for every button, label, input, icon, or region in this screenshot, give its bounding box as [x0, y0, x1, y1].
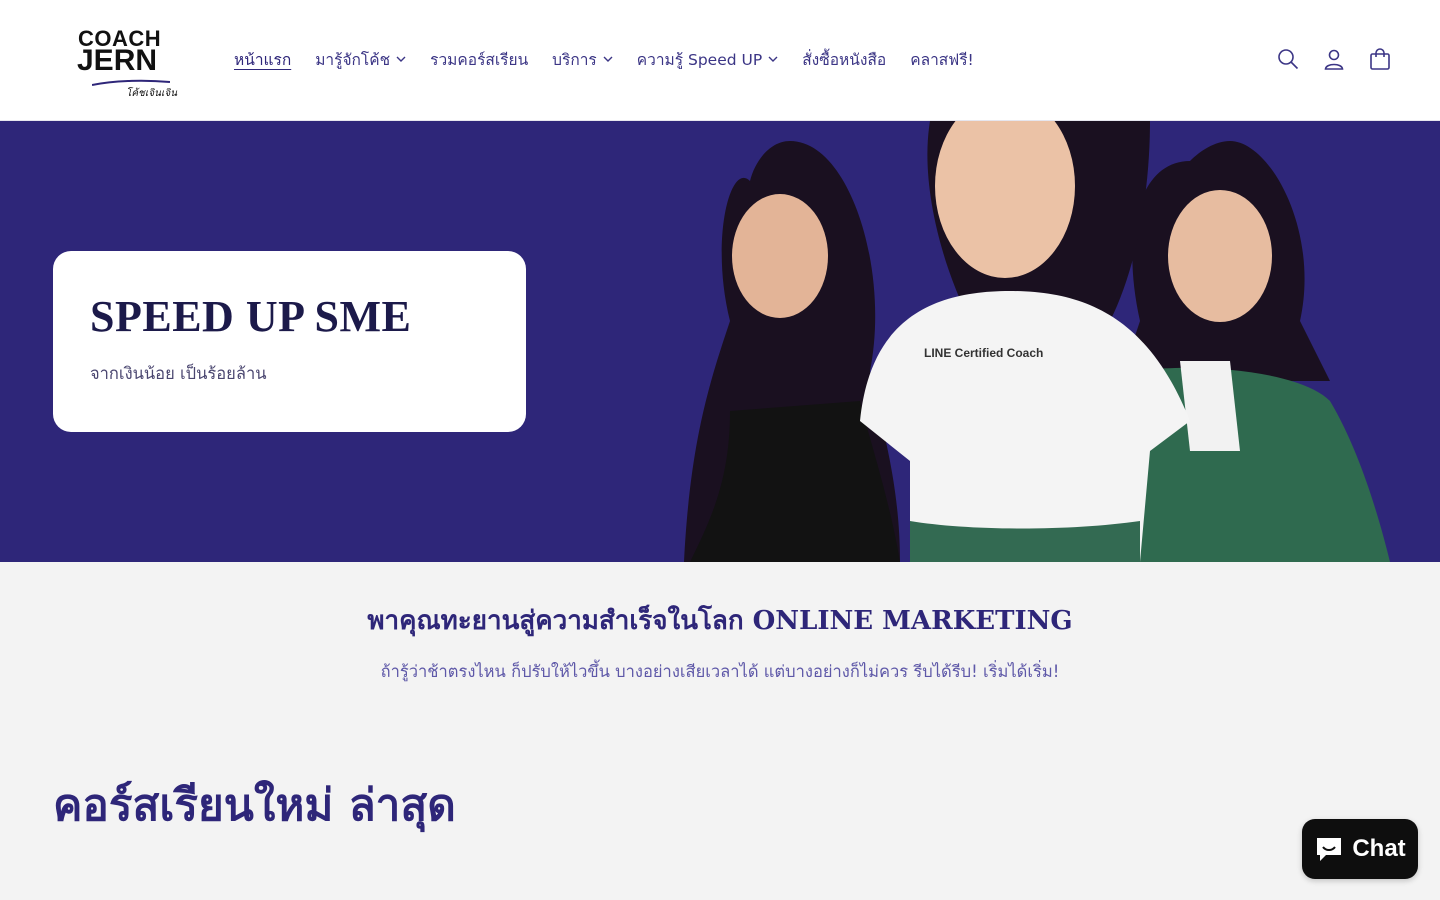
- nav-item-label: หน้าแรก: [234, 50, 292, 69]
- nav-item-free-class[interactable]: คลาสฟรี!: [898, 44, 986, 74]
- logo-line2: JERN: [77, 44, 158, 77]
- shirt-text: LINE Certified Coach: [924, 346, 1043, 360]
- latest-courses-title: คอร์สเรียนใหม่ ล่าสุด: [53, 780, 456, 831]
- nav-item-label: คลาสฟรี!: [910, 50, 974, 69]
- nav-item-home[interactable]: หน้าแรก: [222, 44, 303, 74]
- header-icons: [1276, 42, 1392, 76]
- site-header: COACH JERN โค้ชเจินเจิน หน้าแรก มารู้จัก…: [0, 0, 1440, 121]
- nav-item-courses[interactable]: รวมคอร์สเรียน: [418, 44, 540, 74]
- hero-subtitle: จากเงินน้อย เป็นร้อยล้าน: [90, 364, 267, 384]
- account-icon[interactable]: [1322, 42, 1346, 76]
- nav-item-about-coach[interactable]: มารู้จักโค้ช: [303, 44, 418, 74]
- search-icon[interactable]: [1276, 42, 1300, 76]
- nav-item-label: รวมคอร์สเรียน: [430, 50, 529, 69]
- hero-title: SPEED UP SME: [90, 292, 412, 341]
- main-nav: หน้าแรก มารู้จักโค้ช รวมคอร์สเรียน บริกา…: [222, 44, 986, 74]
- cart-icon[interactable]: [1368, 42, 1392, 76]
- chat-bubble-icon: [1317, 838, 1342, 861]
- hero-banner: LINE Certified Coach SPEED UP SME จากเงิ…: [0, 121, 1440, 562]
- nav-item-label: มารู้จักโค้ช: [315, 50, 391, 69]
- nav-item-label: สั่งซื้อหนังสือ: [802, 50, 887, 69]
- nav-item-label: บริการ: [552, 50, 597, 69]
- nav-item-label: ความรู้ Speed UP: [636, 50, 763, 69]
- chat-label: Chat: [1352, 835, 1406, 862]
- intro-subtitle: ถ้ารู้ว่าช้าตรงไหน ก็ปรับให้ไวขึ้น บางอย…: [380, 662, 1060, 681]
- nav-item-order-books[interactable]: สั่งซื้อหนังสือ: [790, 44, 898, 74]
- nav-item-services[interactable]: บริการ: [540, 44, 625, 74]
- chat-button[interactable]: Chat: [1302, 819, 1418, 879]
- chevron-down-icon: [768, 56, 778, 62]
- hero-card: SPEED UP SME จากเงินน้อย เป็นร้อยล้าน: [53, 251, 526, 432]
- chevron-down-icon: [603, 56, 613, 62]
- intro-title: พาคุณทะยานสู่ความสำเร็จในโลก ONLINE MARK…: [367, 606, 1073, 636]
- chevron-down-icon: [396, 56, 406, 62]
- hero-coach-photo: LINE Certified Coach: [684, 121, 1390, 562]
- logo-tagline: โค้ชเจินเจิน: [126, 88, 178, 99]
- coach-jern-logo[interactable]: COACH JERN โค้ชเจินเจิน: [70, 24, 178, 102]
- nav-item-speed-up-knowledge[interactable]: ความรู้ Speed UP: [625, 44, 790, 74]
